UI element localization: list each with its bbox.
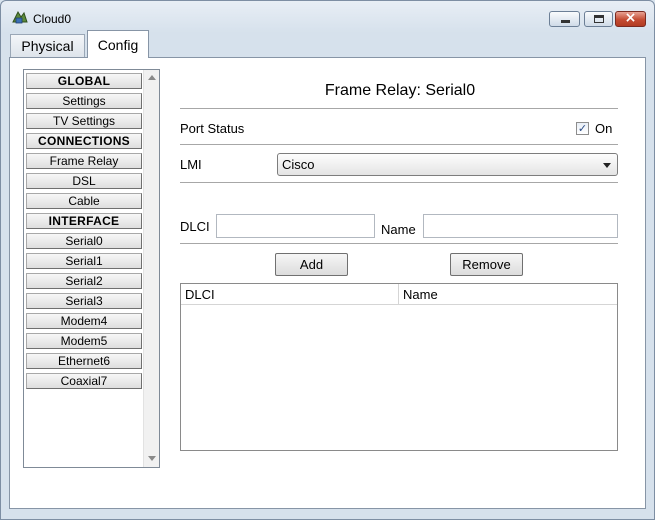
sidebar-item-serial3[interactable]: Serial3 (26, 293, 142, 309)
column-header-name[interactable]: Name (399, 284, 617, 305)
name-input[interactable] (423, 214, 618, 238)
sidebar-item-serial2[interactable]: Serial2 (26, 273, 142, 289)
sidebar-scrollbar[interactable] (143, 70, 159, 467)
sidebar-item-settings[interactable]: Settings (26, 93, 142, 109)
sidebar-header-connections[interactable]: CONNECTIONS (26, 133, 142, 149)
remove-button[interactable]: Remove (450, 253, 523, 276)
config-panel: GLOBAL Settings TV Settings CONNECTIONS … (9, 57, 646, 509)
close-button[interactable]: × (615, 10, 646, 27)
dlci-table[interactable]: DLCI Name (180, 283, 618, 451)
tab-physical[interactable]: Physical (10, 34, 85, 58)
lmi-selected-value: Cisco (282, 157, 315, 172)
title-bar[interactable]: Cloud0 × (1, 1, 654, 31)
sidebar-item-serial1[interactable]: Serial1 (26, 253, 142, 269)
add-button[interactable]: Add (275, 253, 348, 276)
column-header-dlci[interactable]: DLCI (181, 284, 399, 305)
sidebar-item-dsl[interactable]: DSL (26, 173, 142, 189)
port-status-checkbox[interactable]: ✓ (576, 122, 589, 135)
divider (180, 243, 618, 244)
minimize-icon (561, 20, 570, 23)
divider (180, 144, 618, 145)
sidebar-item-serial0[interactable]: Serial0 (26, 233, 142, 249)
divider (180, 182, 618, 183)
sidebar-item-frame-relay[interactable]: Frame Relay (26, 153, 142, 169)
divider (180, 108, 618, 109)
tab-config[interactable]: Config (87, 30, 149, 58)
sidebar-item-modem5[interactable]: Modem5 (26, 333, 142, 349)
name-label: Name (381, 222, 416, 237)
sidebar-item-ethernet6[interactable]: Ethernet6 (26, 353, 142, 369)
cloud-icon (12, 10, 28, 24)
lmi-select[interactable]: Cisco (277, 153, 618, 176)
scroll-down-icon[interactable] (148, 456, 156, 461)
chevron-down-icon (603, 163, 611, 168)
sidebar-item-tv-settings[interactable]: TV Settings (26, 113, 142, 129)
dlci-label: DLCI (180, 219, 210, 234)
port-status-label: Port Status (180, 121, 245, 136)
dlci-input[interactable] (216, 214, 375, 238)
sidebar-item-modem4[interactable]: Modem4 (26, 313, 142, 329)
sidebar-header-interface[interactable]: INTERFACE (26, 213, 142, 229)
cloud0-window: Cloud0 × Physical Config GLOBAL Settings… (0, 0, 655, 520)
scroll-up-icon[interactable] (148, 75, 156, 80)
panel-title: Frame Relay: Serial0 (324, 82, 476, 99)
maximize-icon (594, 15, 604, 23)
lmi-label: LMI (180, 157, 202, 172)
maximize-button[interactable] (584, 11, 613, 27)
sidebar-item-cable[interactable]: Cable (26, 193, 142, 209)
sidebar-nav: GLOBAL Settings TV Settings CONNECTIONS … (23, 69, 160, 468)
window-title: Cloud0 (33, 12, 72, 26)
close-icon: × (624, 10, 637, 26)
minimize-button[interactable] (549, 11, 580, 27)
sidebar-header-global[interactable]: GLOBAL (26, 73, 142, 89)
port-status-on-label: On (595, 121, 613, 136)
sidebar-item-coaxial7[interactable]: Coaxial7 (26, 373, 142, 389)
